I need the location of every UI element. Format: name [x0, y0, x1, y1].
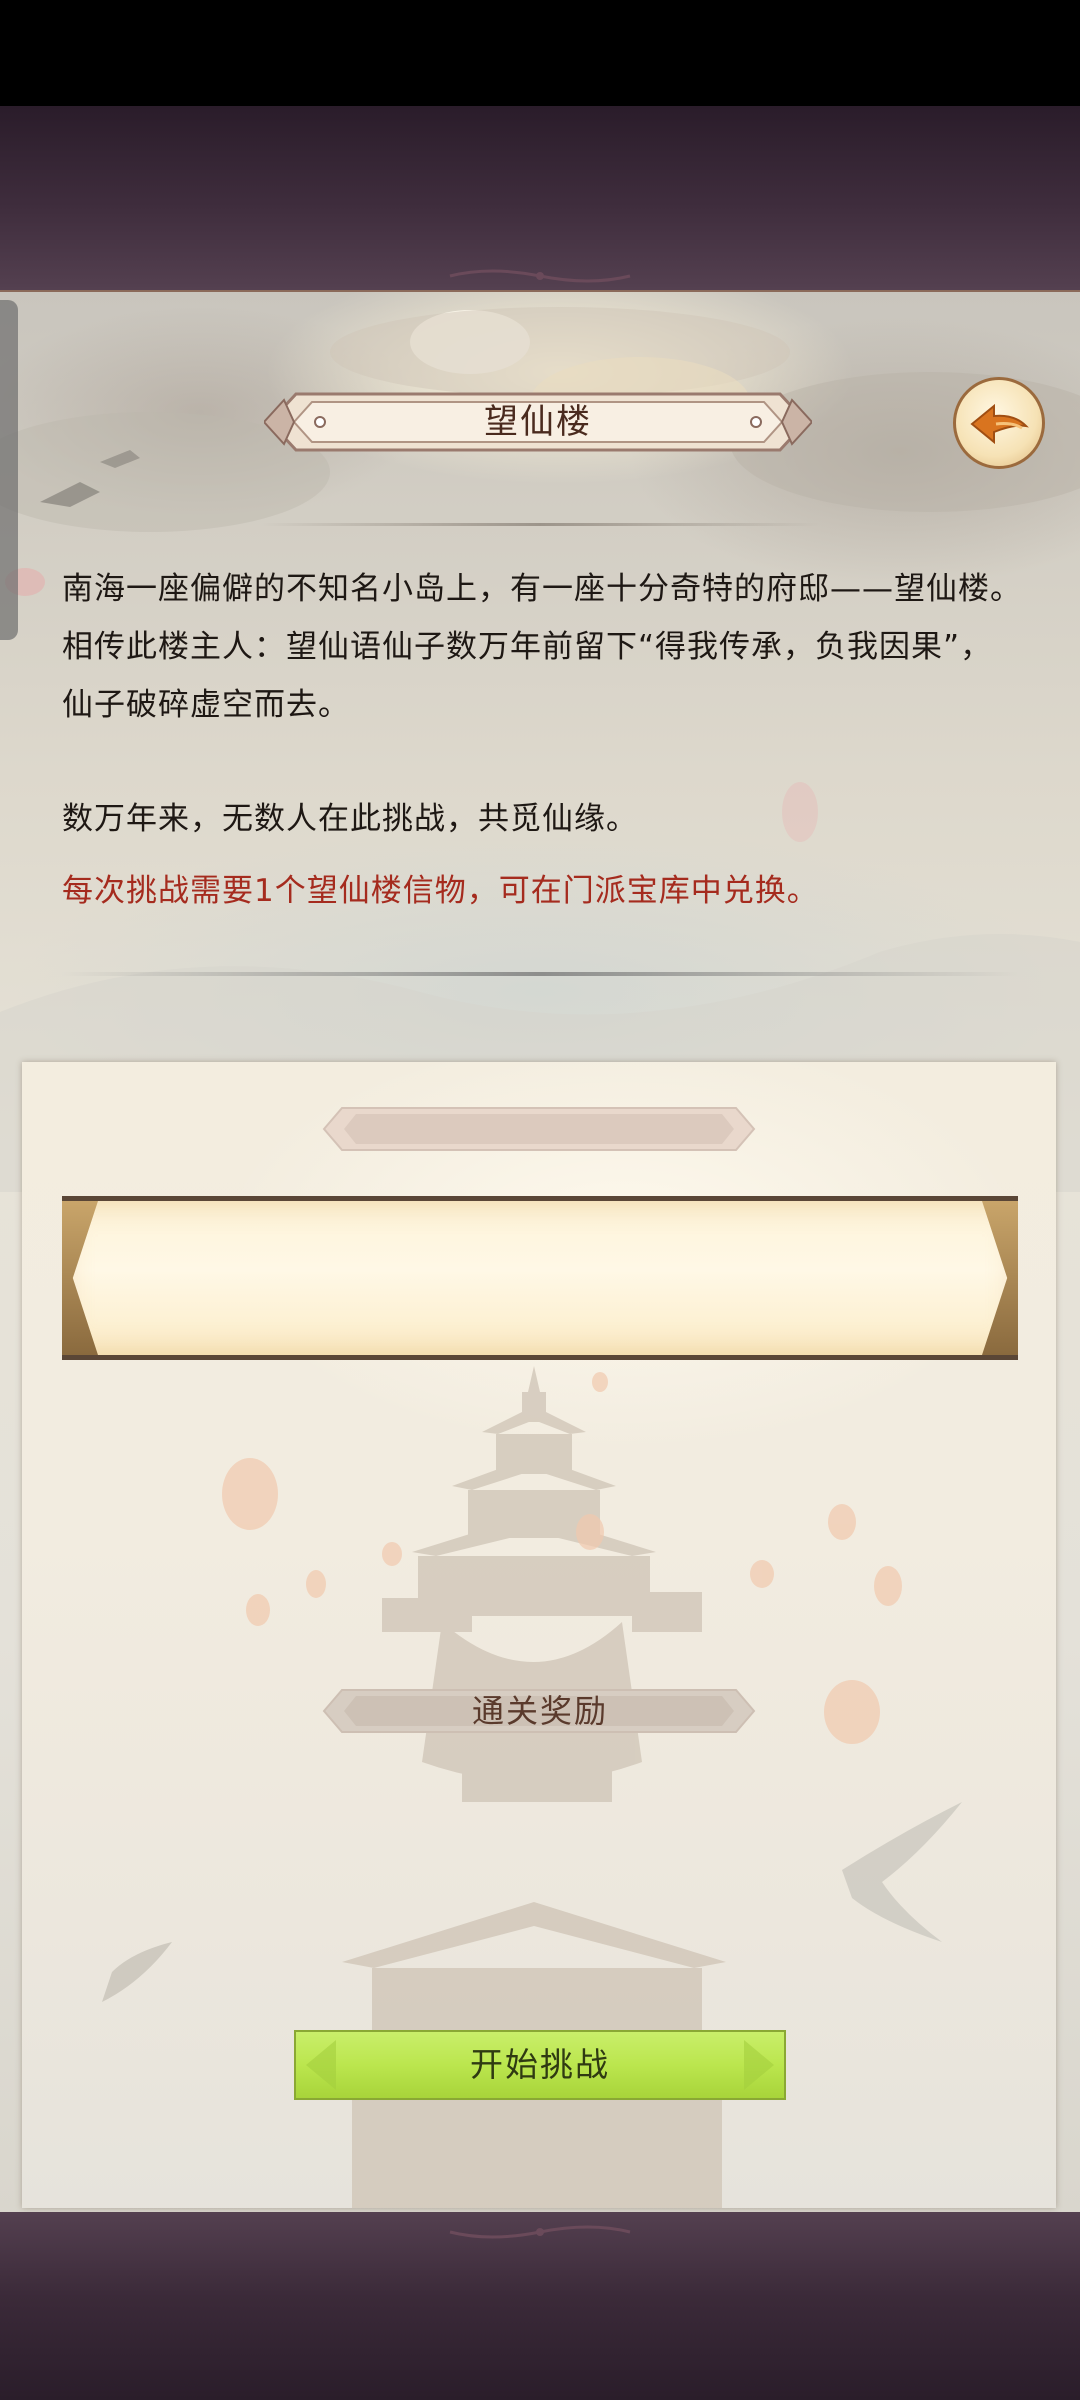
token-requirement-notice: 每次挑战需要1个望仙楼信物，可在门派宝库中兑换。 [62, 873, 819, 909]
stage-name-banner [322, 1102, 758, 1156]
screen: 望仙楼 南海一座偏僻的不知名小岛上，有一座十分奇特的府邸——望仙楼。相传此楼主人… [0, 0, 1080, 2400]
title-banner: 望仙楼 [264, 386, 812, 458]
frame-ornament-bottom [449, 2225, 631, 2239]
title-divider [260, 523, 820, 526]
start-challenge-button[interactable]: 开始挑战 [294, 2030, 786, 2100]
plaque-right-edge [982, 1201, 1018, 1355]
reward-banner: 通关奖励 [322, 1684, 758, 1738]
back-button[interactable] [953, 377, 1045, 469]
description-divider [60, 972, 1020, 976]
bottom-frame [0, 2212, 1080, 2400]
frame-ornament-top [449, 269, 631, 283]
clear-reward-label: 通关奖励 [471, 1692, 608, 1730]
stage-name-banner-frame [322, 1107, 756, 1151]
page-title: 望仙楼 [484, 402, 592, 442]
description-block: 南海一座偏僻的不知名小岛上，有一座十分奇特的府邸——望仙楼。相传此楼主人：望仙语… [62, 560, 1022, 920]
stage-name-plaque [62, 1196, 1018, 1360]
side-drawer-tab[interactable] [0, 300, 18, 640]
top-frame [0, 106, 1080, 290]
description-paragraph: 南海一座偏僻的不知名小岛上，有一座十分奇特的府邸——望仙楼。相传此楼主人：望仙语… [62, 571, 1022, 723]
status-bar [0, 0, 1080, 106]
description-paragraph: 数万年来，无数人在此挑战，共觅仙缘。 [62, 801, 638, 837]
back-arrow-icon [970, 403, 1029, 445]
plaque-left-edge [62, 1201, 98, 1355]
start-challenge-label: 开始挑战 [470, 2045, 610, 2084]
